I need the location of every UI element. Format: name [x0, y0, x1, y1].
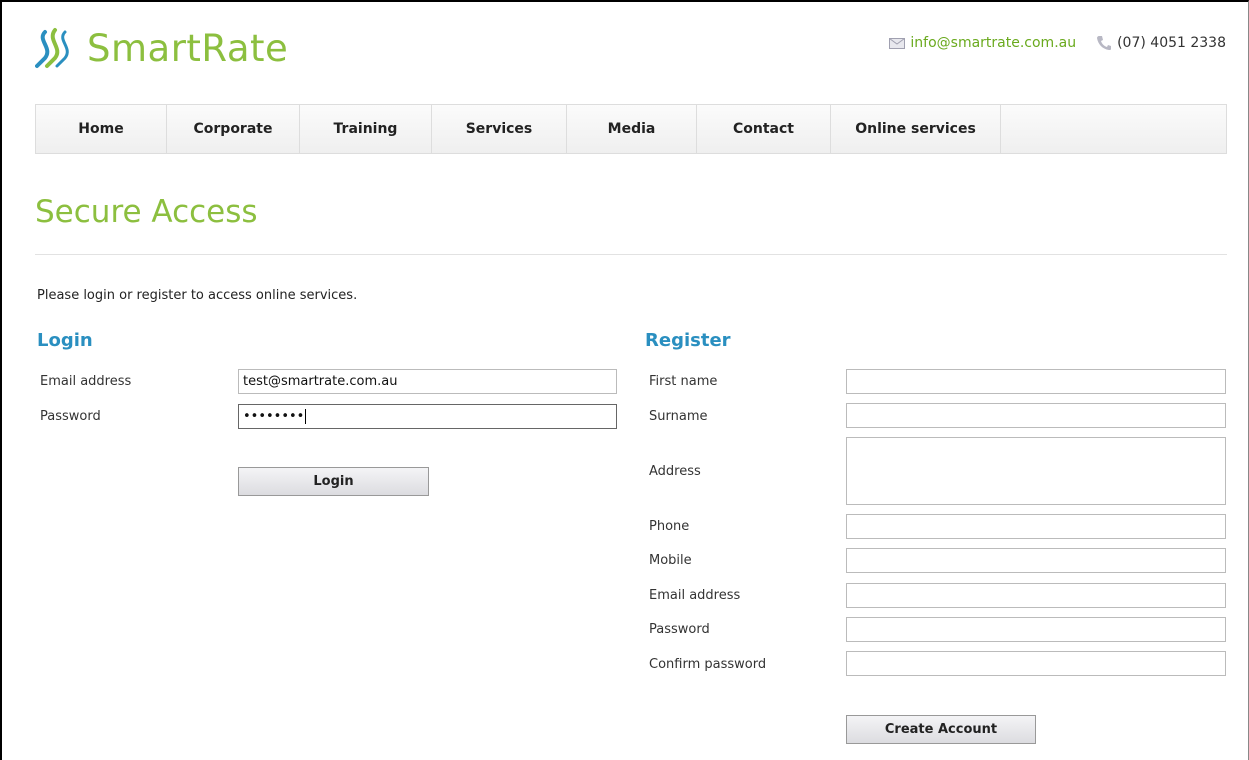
contact-email-text[interactable]: info@smartrate.com.au [910, 35, 1076, 51]
register-email-label: Email address [649, 588, 741, 603]
contact-phone: (07) 4051 2338 [1096, 35, 1226, 51]
register-confirm-password-input[interactable] [846, 651, 1226, 676]
login-email-input[interactable]: test@smartrate.com.au [238, 369, 617, 394]
register-phone-input[interactable] [846, 514, 1226, 539]
nav-item-services[interactable]: Services [432, 105, 567, 153]
register-email-input[interactable] [846, 583, 1226, 608]
nav-item-training[interactable]: Training [300, 105, 432, 153]
register-surname-label: Surname [649, 409, 708, 424]
title-divider [35, 254, 1227, 255]
register-first-name-label: First name [649, 374, 718, 389]
register-phone-label: Phone [649, 519, 690, 534]
main-nav: Home Corporate Training Services Media C… [35, 104, 1227, 154]
page-title: Secure Access [35, 194, 258, 230]
register-mobile-label: Mobile [649, 553, 692, 568]
register-password-label: Password [649, 622, 710, 637]
site-header: SmartRate info@smartrate.com.au (07) 405… [2, 2, 1248, 102]
smartrate-logo-icon [35, 28, 69, 68]
envelope-icon [889, 37, 906, 49]
logo-text: SmartRate [87, 26, 289, 70]
nav-item-online-services[interactable]: Online services [831, 105, 1001, 153]
nav-item-corporate[interactable]: Corporate [167, 105, 300, 153]
register-address-label: Address [649, 464, 701, 479]
login-heading: Login [37, 330, 93, 351]
register-mobile-input[interactable] [846, 548, 1226, 573]
create-account-button[interactable]: Create Account [846, 715, 1036, 744]
contact-info: info@smartrate.com.au (07) 4051 2338 [869, 35, 1226, 51]
intro-text: Please login or register to access onlin… [37, 288, 358, 303]
contact-phone-text: (07) 4051 2338 [1117, 35, 1226, 51]
register-address-textarea[interactable] [846, 437, 1226, 505]
text-caret [305, 409, 307, 424]
nav-item-home[interactable]: Home [36, 105, 167, 153]
nav-item-media[interactable]: Media [567, 105, 697, 153]
nav-item-contact[interactable]: Contact [697, 105, 831, 153]
register-surname-input[interactable] [846, 403, 1226, 428]
register-first-name-input[interactable] [846, 369, 1226, 394]
login-password-input[interactable]: •••••••• [238, 404, 617, 429]
register-confirm-password-label: Confirm password [649, 657, 767, 672]
contact-email[interactable]: info@smartrate.com.au [889, 35, 1076, 51]
login-password-value: •••••••• [243, 409, 305, 424]
site-logo[interactable]: SmartRate [35, 26, 288, 70]
register-password-input[interactable] [846, 617, 1226, 642]
phone-icon [1097, 36, 1112, 50]
login-button[interactable]: Login [238, 467, 429, 496]
login-password-label: Password [40, 409, 101, 424]
login-email-label: Email address [40, 374, 132, 389]
register-heading: Register [645, 330, 731, 351]
